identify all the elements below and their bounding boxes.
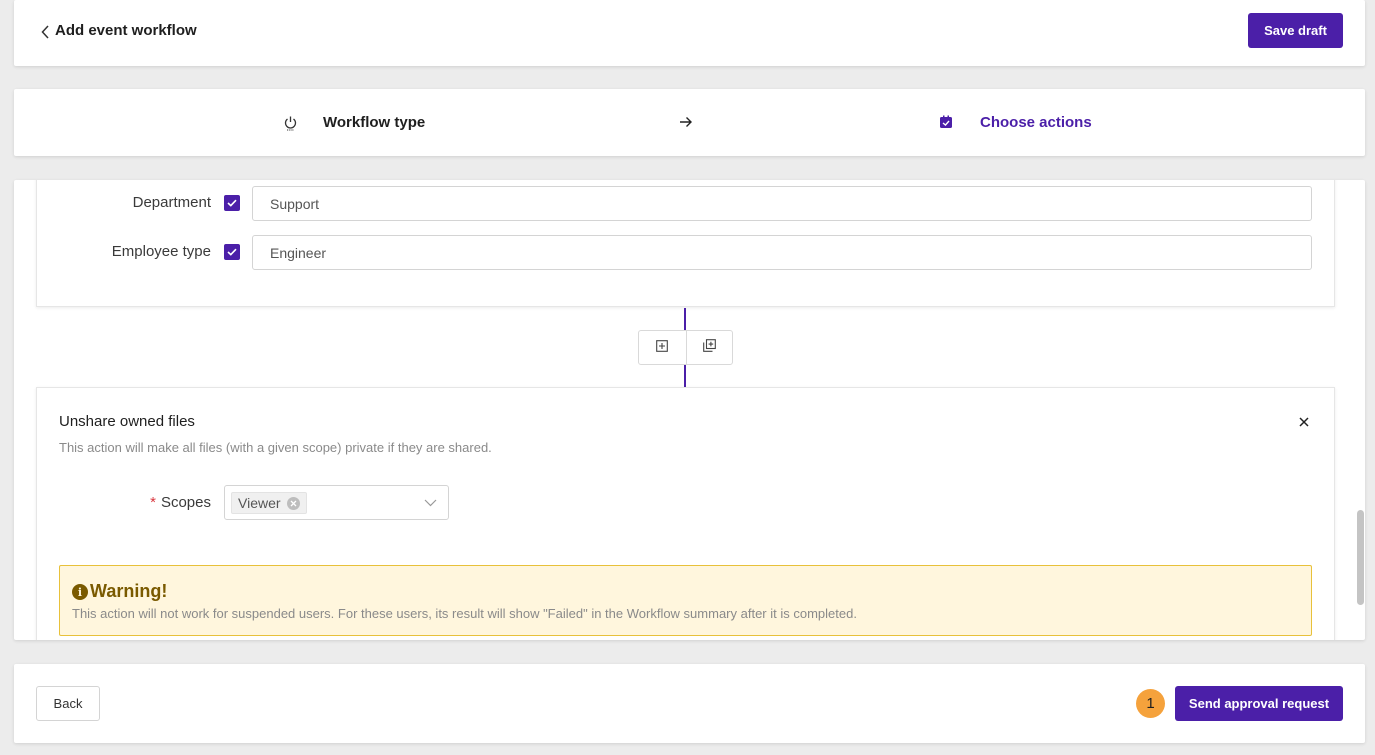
chevron-left-icon[interactable] [38,23,52,41]
page-title: Add event workflow [55,22,197,39]
employee-type-checkbox[interactable] [224,244,240,260]
workflow-steps: Workflow type Choose actions [14,89,1365,156]
employee-type-label: Employee type [111,243,211,260]
add-action-button[interactable] [639,331,686,364]
send-approval-request-button[interactable]: Send approval request [1175,686,1343,721]
conditions-card: Department Employee type [36,180,1335,307]
remove-tag-icon[interactable] [286,496,300,510]
employee-type-input[interactable] [252,235,1312,270]
department-label: Department [132,194,211,211]
scrollbar-thumb[interactable] [1357,510,1364,605]
connector-line [684,365,686,387]
plus-square-icon [656,339,669,357]
warning-alert: i Warning! This action will not work for… [59,565,1312,636]
action-card: Unshare owned files This action will mak… [36,387,1335,640]
power-icon [282,114,298,132]
actions-icon [938,114,954,130]
chevron-down-icon [423,497,437,509]
connector-line [684,308,686,330]
condition-row-department: Department [37,186,1334,221]
department-checkbox[interactable] [224,195,240,211]
action-description: This action will make all files (with a … [59,440,492,455]
copy-plus-icon [702,338,716,357]
warning-text: This action will not work for suspended … [72,606,857,621]
back-button[interactable]: Back [36,686,100,721]
condition-row-employee-type: Employee type [37,235,1334,270]
scopes-label-text: Scopes [160,494,211,511]
page-header: Add event workflow Save draft [14,0,1365,66]
action-title: Unshare owned files [59,413,195,430]
workflow-editor: Department Employee type Unsh [14,180,1365,640]
page-footer: Back 1 Send approval request [14,664,1365,743]
info-icon: i [72,584,88,600]
notification-badge: 1 [1136,689,1165,718]
warning-title: Warning! [90,581,168,601]
scopes-label: * Scopes [150,494,211,511]
step-workflow-type[interactable]: Workflow type [323,114,425,131]
required-mark: * [150,494,156,511]
add-action-group [638,330,733,365]
arrow-right-icon [678,114,694,130]
add-multiple-actions-button[interactable] [685,331,733,364]
department-input[interactable] [252,186,1312,221]
step-choose-actions[interactable]: Choose actions [980,114,1092,131]
scope-tag: Viewer [231,492,307,514]
close-icon[interactable] [1296,414,1312,430]
scopes-select[interactable]: Viewer [224,485,449,520]
save-draft-button[interactable]: Save draft [1248,13,1343,48]
scope-tag-label: Viewer [238,495,281,511]
